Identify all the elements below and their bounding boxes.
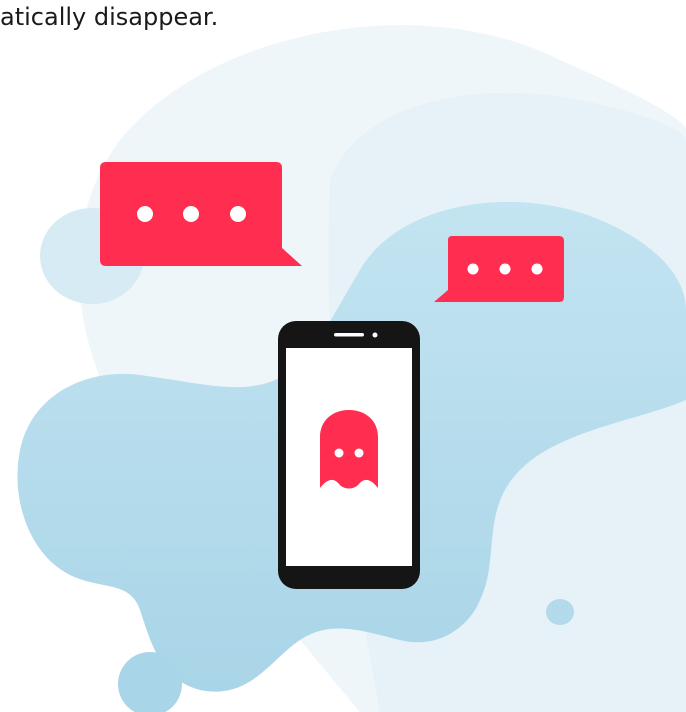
small-dot-right (546, 599, 574, 625)
smartphone (278, 321, 420, 589)
illustration-stage: atically disappear. (0, 0, 686, 712)
phone-camera (372, 332, 378, 338)
chat-bubble-small (434, 236, 564, 302)
ghost-icon (320, 410, 378, 489)
phone-speaker (334, 333, 364, 337)
chat-bubble-large (100, 162, 302, 266)
ghost-messaging-illustration (17, 25, 686, 712)
